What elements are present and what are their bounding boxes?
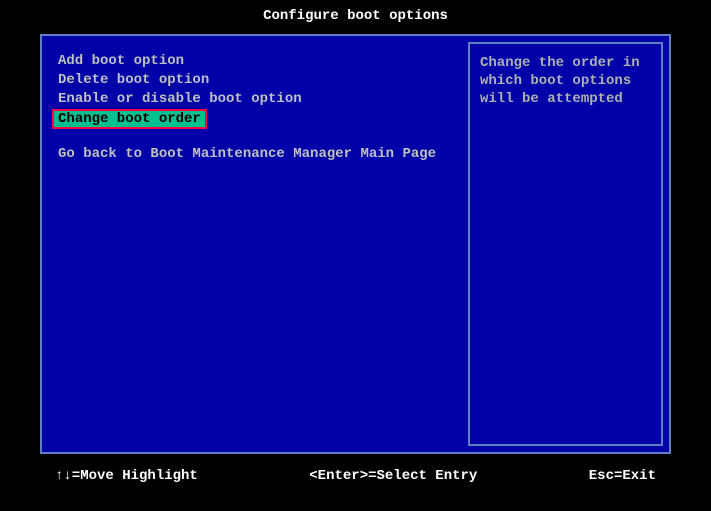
menu-item-change-boot-order[interactable]: Change boot order — [52, 109, 207, 129]
hint-move-highlight: ↑↓=Move Highlight — [55, 468, 198, 484]
main-panel: Add boot option Delete boot option Enabl… — [40, 34, 671, 454]
hint-select-entry: <Enter>=Select Entry — [309, 468, 477, 484]
help-pane: Change the order in which boot options w… — [468, 42, 663, 446]
menu-pane: Add boot option Delete boot option Enabl… — [48, 42, 460, 446]
menu-item-add-boot[interactable]: Add boot option — [56, 52, 452, 70]
page-title: Configure boot options — [0, 0, 711, 34]
menu-item-enable-disable-boot[interactable]: Enable or disable boot option — [56, 90, 452, 108]
menu-spacer — [56, 129, 452, 145]
hint-exit: Esc=Exit — [589, 468, 656, 484]
help-text: Change the order in which boot options w… — [480, 54, 651, 109]
footer-hints: ↑↓=Move Highlight <Enter>=Select Entry E… — [0, 454, 711, 484]
menu-item-delete-boot[interactable]: Delete boot option — [56, 71, 452, 89]
menu-item-go-back[interactable]: Go back to Boot Maintenance Manager Main… — [56, 145, 452, 163]
